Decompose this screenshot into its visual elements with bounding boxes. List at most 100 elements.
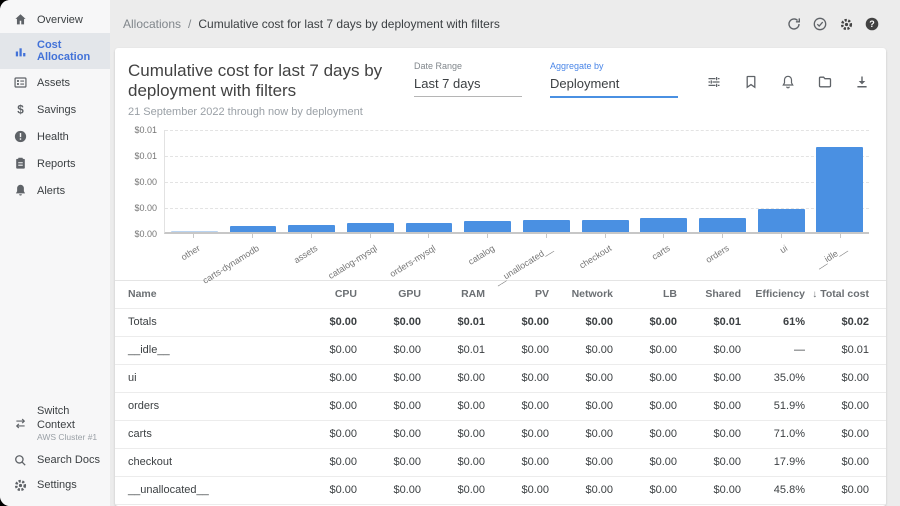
table-row-carts[interactable]: carts$0.00$0.00$0.00$0.00$0.00$0.00$0.00…: [115, 421, 886, 449]
help-icon: ?: [864, 16, 880, 32]
row-value: $0.01: [421, 316, 485, 328]
column-header-lb[interactable]: LB: [613, 288, 677, 300]
sidebar-item-label: Health: [37, 131, 69, 143]
grid-icon: [13, 75, 28, 90]
bookmark-button[interactable]: [743, 74, 759, 90]
column-header-gpu[interactable]: GPU: [357, 288, 421, 300]
column-header-network[interactable]: Network: [549, 288, 613, 300]
bar-orders[interactable]: [699, 218, 746, 232]
gear-button[interactable]: [838, 16, 854, 32]
column-header-total-cost[interactable]: ↓Total cost: [805, 288, 869, 300]
x-axis-slot: carts: [634, 234, 693, 274]
sidebar-item-settings[interactable]: Settings: [0, 473, 110, 498]
bar-idle[interactable]: [816, 147, 863, 232]
gear-icon: [13, 478, 28, 493]
title-block: Cumulative cost for last 7 days by deplo…: [128, 61, 414, 118]
row-value: $0.00: [421, 456, 485, 468]
row-value: $0.00: [293, 456, 357, 468]
sidebar-item-switch-context[interactable]: Switch ContextAWS Cluster #1: [0, 400, 110, 448]
bar-unallocated[interactable]: [523, 220, 570, 232]
app-window: OverviewCost Allocation Assets $ Savings Hea…: [0, 0, 900, 506]
table-row-orders[interactable]: orders$0.00$0.00$0.00$0.00$0.00$0.00$0.0…: [115, 393, 886, 421]
table-row-unallocated[interactable]: __unallocated__$0.00$0.00$0.00$0.00$0.00…: [115, 477, 886, 505]
row-value: $0.00: [805, 428, 869, 440]
table-row-ui[interactable]: ui$0.00$0.00$0.00$0.00$0.00$0.00$0.0035.…: [115, 365, 886, 393]
bar-other[interactable]: [171, 231, 218, 232]
column-header-pv[interactable]: PV: [485, 288, 549, 300]
bar-carts[interactable]: [640, 218, 687, 232]
download-button[interactable]: [854, 74, 870, 90]
x-axis-slot: orders: [693, 234, 752, 274]
cost-bar-chart: $0.00$0.00$0.00$0.01$0.01 othercarts-dyn…: [115, 118, 886, 274]
column-header-ram[interactable]: RAM: [421, 288, 485, 300]
date-range-select[interactable]: Last 7 days: [414, 76, 522, 97]
check-circle-button[interactable]: [812, 16, 828, 32]
table-row-idle[interactable]: __idle__$0.00$0.00$0.01$0.00$0.00$0.00$0…: [115, 337, 886, 365]
table-body: Totals$0.00$0.00$0.01$0.00$0.00$0.00$0.0…: [115, 309, 886, 506]
table-row-totals[interactable]: Totals$0.00$0.00$0.01$0.00$0.00$0.00$0.0…: [115, 309, 886, 337]
row-value: $0.00: [293, 484, 357, 496]
row-value: $0.00: [485, 372, 549, 384]
row-value: $0.00: [677, 400, 741, 412]
bar-orders-mysql[interactable]: [406, 223, 453, 232]
sidebar-item-savings[interactable]: $ Savings: [0, 96, 110, 123]
tune-button[interactable]: [706, 74, 722, 90]
refresh-button[interactable]: [786, 16, 802, 32]
row-value: $0.00: [805, 456, 869, 468]
sidebar-item-reports[interactable]: Reports: [0, 150, 110, 177]
row-value: $0.00: [357, 316, 421, 328]
table-row-checkout[interactable]: checkout$0.00$0.00$0.00$0.00$0.00$0.00$0…: [115, 449, 886, 477]
help-button[interactable]: ?: [864, 16, 880, 32]
aggregate-by-select[interactable]: Deployment: [550, 76, 678, 98]
folder-button[interactable]: [817, 74, 833, 90]
page-subtitle: 21 September 2022 through now by deploym…: [128, 106, 414, 118]
row-value: $0.00: [677, 484, 741, 496]
sidebar-item-health[interactable]: Health: [0, 123, 110, 150]
chart-plot-area: [164, 130, 869, 234]
x-axis-tick: [722, 234, 723, 238]
breadcrumb-parent[interactable]: Allocations: [123, 17, 181, 31]
row-value: $0.00: [677, 456, 741, 468]
sidebar-item-overview[interactable]: Overview: [0, 6, 110, 33]
bar-carts-dynamodb[interactable]: [230, 226, 277, 232]
bar-slot: [458, 130, 517, 232]
bar-assets[interactable]: [288, 225, 335, 232]
page-title: Cumulative cost for last 7 days by deplo…: [128, 61, 414, 102]
sidebar-item-alerts[interactable]: Alerts: [0, 177, 110, 204]
sidebar-item-search-docs[interactable]: Search Docs: [0, 448, 110, 473]
refresh-icon: [786, 16, 802, 32]
sidebar-item-cost-allocation[interactable]: Cost Allocation: [0, 33, 110, 69]
sidebar-item-label: Assets: [37, 77, 70, 89]
x-axis-tick: [311, 234, 312, 238]
bar-catalog-mysql[interactable]: [347, 223, 394, 232]
report-card: Cumulative cost for last 7 days by deplo…: [115, 48, 886, 506]
bar-catalog[interactable]: [464, 221, 511, 232]
bar-ui[interactable]: [758, 209, 805, 232]
breadcrumb-current: Cumulative cost for last 7 days by deplo…: [198, 17, 499, 31]
row-value: $0.01: [421, 344, 485, 356]
row-value: $0.00: [421, 372, 485, 384]
row-value: $0.00: [549, 372, 613, 384]
row-value: $0.00: [613, 428, 677, 440]
bar-checkout[interactable]: [582, 220, 629, 232]
bar-slot: [341, 130, 400, 232]
column-header-shared[interactable]: Shared: [677, 288, 741, 300]
bell-outline-button[interactable]: [780, 74, 796, 90]
column-header-efficiency[interactable]: Efficiency: [741, 288, 805, 300]
x-axis-tick: [428, 234, 429, 238]
x-axis-slot: carts-dynamodb: [223, 234, 282, 274]
sidebar-item-label: Savings: [37, 104, 76, 116]
column-header-name[interactable]: Name: [128, 288, 293, 300]
row-value: $0.00: [805, 372, 869, 384]
y-axis-tick-label: $0.00: [134, 229, 157, 239]
row-value: $0.02: [805, 316, 869, 328]
x-axis-slot: checkout: [575, 234, 634, 274]
sidebar-footer-text: Settings: [37, 479, 77, 493]
report-controls: Date Range Last 7 days Aggregate by Depl…: [414, 61, 870, 98]
sidebar-item-assets[interactable]: Assets: [0, 69, 110, 96]
breadcrumb: Allocations / Cumulative cost for last 7…: [123, 17, 500, 31]
row-value: $0.00: [613, 456, 677, 468]
x-axis-tick-label: ui: [778, 243, 789, 255]
dollar-icon: $: [13, 102, 28, 117]
column-header-cpu[interactable]: CPU: [293, 288, 357, 300]
